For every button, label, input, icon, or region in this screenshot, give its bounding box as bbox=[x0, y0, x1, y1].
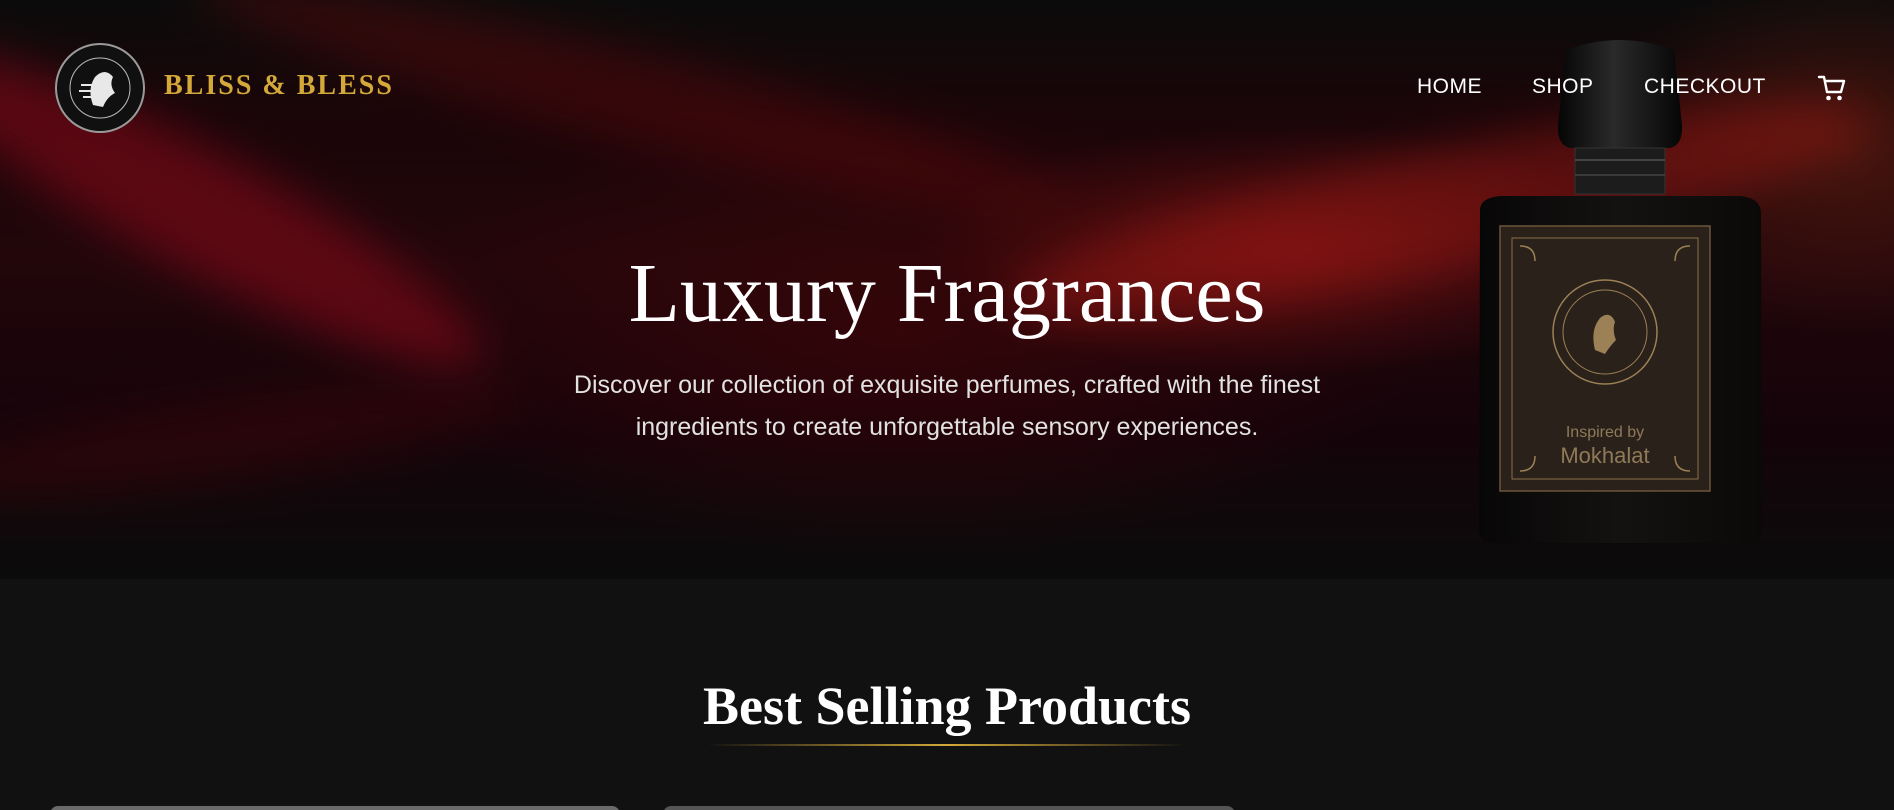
bottle-label-inspired: Inspired by bbox=[1566, 424, 1644, 441]
hero-subtitle: Discover our collection of exquisite per… bbox=[573, 371, 1321, 441]
hero-light-streak bbox=[0, 358, 523, 522]
logo-emblem-icon bbox=[69, 57, 131, 119]
brand-logo[interactable] bbox=[55, 43, 145, 133]
bottle-label-name: Mokhalat bbox=[1560, 443, 1649, 468]
top-navigation: BLISS & BLESS HOME SHOP CHECKOUT bbox=[0, 0, 1894, 175]
best-selling-heading: Best Selling Products bbox=[702, 676, 1192, 736]
nav-shop-link[interactable]: SHOP bbox=[1532, 75, 1594, 99]
hero-title: Luxury Fragrances bbox=[628, 247, 1266, 340]
nav-checkout-link[interactable]: CHECKOUT bbox=[1644, 75, 1766, 99]
product-card[interactable] bbox=[50, 806, 620, 810]
nav-home-link[interactable]: HOME bbox=[1417, 75, 1482, 99]
product-card[interactable] bbox=[663, 806, 1235, 810]
brand-name[interactable]: BLISS & BLESS bbox=[164, 70, 394, 102]
cart-icon[interactable] bbox=[1817, 73, 1847, 103]
heading-underline-divider bbox=[707, 744, 1187, 746]
